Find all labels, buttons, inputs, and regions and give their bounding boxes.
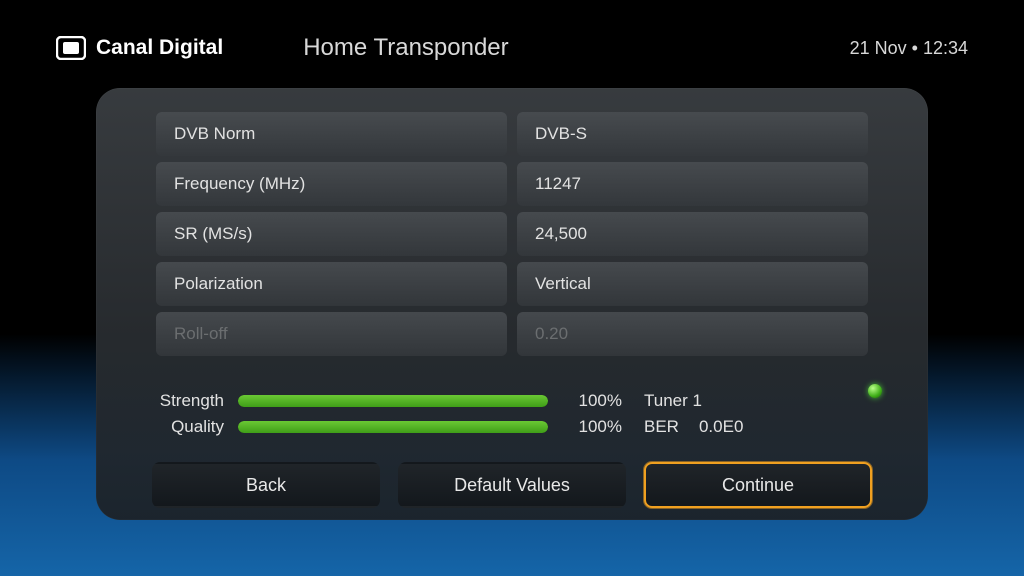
quality-bar	[238, 421, 548, 433]
quality-percent: 100%	[562, 417, 622, 437]
setting-label: DVB Norm	[156, 112, 507, 156]
status-led-icon	[868, 384, 882, 398]
setting-label: SR (MS/s)	[156, 212, 507, 256]
back-button[interactable]: Back	[152, 462, 380, 508]
strength-percent: 100%	[562, 391, 622, 411]
setting-value[interactable]: DVB-S	[517, 112, 868, 156]
page-title: Home Transponder	[303, 34, 508, 62]
setting-value[interactable]: 24,500	[517, 212, 868, 256]
ber-label: BER	[644, 417, 679, 437]
button-row: Back Default Values Continue	[124, 462, 900, 508]
setting-label: Polarization	[156, 262, 507, 306]
setting-row[interactable]: Frequency (MHz) 11247	[156, 162, 868, 206]
ber-value: 0.0E0	[699, 417, 743, 437]
tv-icon	[56, 36, 86, 60]
settings-panel: DVB Norm DVB-S Frequency (MHz) 11247 SR …	[96, 88, 928, 520]
settings-rows: DVB Norm DVB-S Frequency (MHz) 11247 SR …	[124, 112, 900, 370]
setting-row: Roll-off 0.20	[156, 312, 868, 356]
signal-block: Strength 100% Tuner 1 Quality 100% BER 0…	[124, 388, 900, 440]
quality-fill	[238, 421, 548, 433]
ber-readout: BER 0.0E0	[644, 417, 743, 437]
default-values-button[interactable]: Default Values	[398, 462, 626, 508]
quality-label: Quality	[124, 417, 224, 437]
strength-label: Strength	[124, 391, 224, 411]
strength-fill	[238, 395, 548, 407]
brand-logo: Canal Digital	[56, 36, 223, 60]
setting-value[interactable]: Vertical	[517, 262, 868, 306]
setting-row[interactable]: DVB Norm DVB-S	[156, 112, 868, 156]
setting-value[interactable]: 11247	[517, 162, 868, 206]
quality-line: Quality 100% BER 0.0E0	[124, 414, 872, 440]
setting-row[interactable]: Polarization Vertical	[156, 262, 868, 306]
tuner-label: Tuner 1	[644, 391, 702, 411]
continue-button[interactable]: Continue	[644, 462, 872, 508]
setting-label: Frequency (MHz)	[156, 162, 507, 206]
header: Canal Digital Home Transponder 21 Nov • …	[0, 0, 1024, 72]
setting-row[interactable]: SR (MS/s) 24,500	[156, 212, 868, 256]
setting-value: 0.20	[517, 312, 868, 356]
brand-name: Canal Digital	[96, 36, 223, 60]
setting-label: Roll-off	[156, 312, 507, 356]
datetime: 21 Nov • 12:34	[850, 38, 968, 59]
strength-line: Strength 100% Tuner 1	[124, 388, 872, 414]
strength-bar	[238, 395, 548, 407]
